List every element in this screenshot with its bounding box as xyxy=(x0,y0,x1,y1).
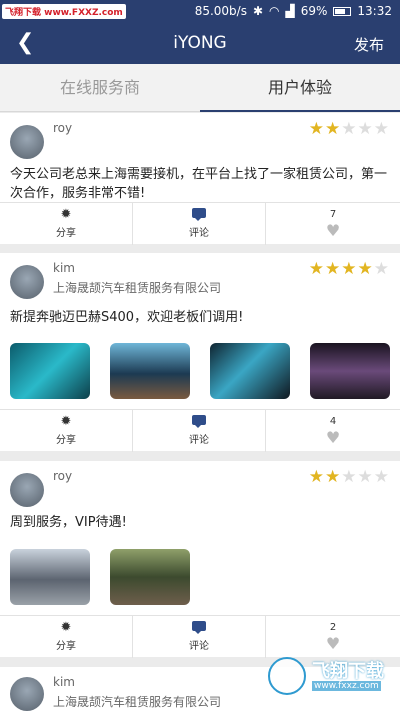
heart-icon: ♥ xyxy=(325,428,341,447)
download-watermark: 飞翔下载 www.fxxz.com xyxy=(268,657,392,697)
share-label: 分享 xyxy=(56,435,76,446)
network-speed: 85.00b/s xyxy=(194,4,247,18)
post-actions: ✹ 分享 评论 7 ♥ xyxy=(0,202,400,245)
tab-online-providers[interactable]: 在线服务商 xyxy=(0,64,200,112)
post-username: kim xyxy=(53,675,75,689)
avatar[interactable] xyxy=(10,473,44,507)
star-empty-icon: ★ xyxy=(373,259,390,279)
teal-car-photo[interactable] xyxy=(10,343,90,399)
gear-icon: ✹ xyxy=(60,620,72,635)
heart-icon: ♥ xyxy=(325,221,341,240)
title-bar: ❮ iYONG 发布 xyxy=(0,24,400,64)
gear-icon: ✹ xyxy=(60,414,72,429)
battery-percent: 69% xyxy=(300,4,328,18)
like-count: 2 xyxy=(329,622,337,633)
publish-button[interactable]: 发布 xyxy=(354,34,384,55)
battery-icon xyxy=(333,6,352,16)
avatar[interactable] xyxy=(10,125,44,159)
star-icon: ★★ xyxy=(308,119,342,139)
gear-icon: ✹ xyxy=(60,207,72,222)
watermark-title: 飞翔下载 xyxy=(312,661,384,682)
avatar[interactable] xyxy=(10,265,44,299)
rating-stars: ★★★★★ xyxy=(309,119,390,139)
post-username: roy xyxy=(53,121,73,135)
comment-label: 评论 xyxy=(189,228,209,239)
comment-button[interactable]: 评论 xyxy=(133,203,266,245)
post-actions: ✹ 分享 评论 2 ♥ xyxy=(0,615,400,658)
post-text: 今天公司老总来上海需要接机，在平台上找了一家租赁公司，第一次合作，服务非常不错! xyxy=(10,167,388,201)
post-text: 周到服务，VIP待遇! xyxy=(10,515,127,530)
page-title: iYONG xyxy=(173,33,227,53)
tab-bar: 在线服务商 用户体验 xyxy=(0,64,400,112)
parked-cars-photo[interactable] xyxy=(110,549,190,605)
post-text: 新提奔驰迈巴赫S400，欢迎老板们调用! xyxy=(10,310,244,325)
comment-icon xyxy=(133,621,265,635)
post-card: roy ★★★★★ 今天公司老总来上海需要接机，在平台上找了一家租赁公司，第一次… xyxy=(0,113,400,245)
tab-user-experience[interactable]: 用户体验 xyxy=(200,64,400,112)
post-username: kim xyxy=(53,261,75,275)
star-icon: ★★ xyxy=(308,467,342,487)
watermark-logo-icon xyxy=(268,657,306,695)
bluetooth-icon: ✱ xyxy=(252,4,264,18)
like-count: 7 xyxy=(329,209,337,220)
share-button[interactable]: ✹ 分享 xyxy=(0,410,133,452)
rating-stars: ★★★★★ xyxy=(309,467,390,487)
comment-button[interactable]: 评论 xyxy=(133,410,266,452)
post-company: 上海晟颉汽车租赁服务有限公司 xyxy=(53,695,222,709)
like-count: 4 xyxy=(329,416,337,427)
avatar[interactable] xyxy=(10,677,44,711)
rear-seat-photo[interactable] xyxy=(310,343,390,399)
wifi-icon: ◠ xyxy=(269,4,280,18)
share-label: 分享 xyxy=(56,228,76,239)
watermark-url: www.fxxz.com xyxy=(312,681,381,691)
star-empty-icon: ★★★ xyxy=(341,119,390,139)
fleet-photo[interactable] xyxy=(10,549,90,605)
like-button[interactable]: 4 ♥ xyxy=(266,410,400,452)
clock: 13:32 xyxy=(357,4,392,18)
comment-label: 评论 xyxy=(189,641,209,652)
star-empty-icon: ★★★ xyxy=(341,467,390,487)
like-button[interactable]: 2 ♥ xyxy=(266,616,400,658)
comment-icon xyxy=(133,208,265,222)
post-username: roy xyxy=(53,469,73,483)
comment-label: 评论 xyxy=(189,435,209,446)
share-label: 分享 xyxy=(56,641,76,652)
share-button[interactable]: ✹ 分享 xyxy=(0,616,133,658)
post-actions: ✹ 分享 评论 4 ♥ xyxy=(0,409,400,452)
post-card: kim 上海晟颉汽车租赁服务有限公司 ★★★★★ 新提奔驰迈巴赫S400，欢迎老… xyxy=(0,253,400,452)
comment-icon xyxy=(133,415,265,429)
star-icon: ★★★★ xyxy=(308,259,374,279)
post-company: 上海晟颉汽车租赁服务有限公司 xyxy=(53,281,222,295)
signal-icon: ▟ xyxy=(285,4,295,18)
comment-button[interactable]: 评论 xyxy=(133,616,266,658)
site-watermark: 飞翔下载 www.FXXZ.com xyxy=(2,4,126,19)
blue-sedan-photo[interactable] xyxy=(110,343,190,399)
car-interior-photo[interactable] xyxy=(210,343,290,399)
heart-icon: ♥ xyxy=(325,634,341,653)
status-icons: 85.00b/s ✱ ◠ ▟ 69% 13:32 xyxy=(195,4,392,18)
status-bar: 飞翔下载 www.FXXZ.com 85.00b/s ✱ ◠ ▟ 69% 13:… xyxy=(0,0,400,24)
like-button[interactable]: 7 ♥ xyxy=(266,203,400,245)
share-button[interactable]: ✹ 分享 xyxy=(0,203,133,245)
rating-stars: ★★★★★ xyxy=(309,259,390,279)
post-card: roy ★★★★★ 周到服务，VIP待遇! ✹ 分享 评论 2 ♥ xyxy=(0,461,400,658)
